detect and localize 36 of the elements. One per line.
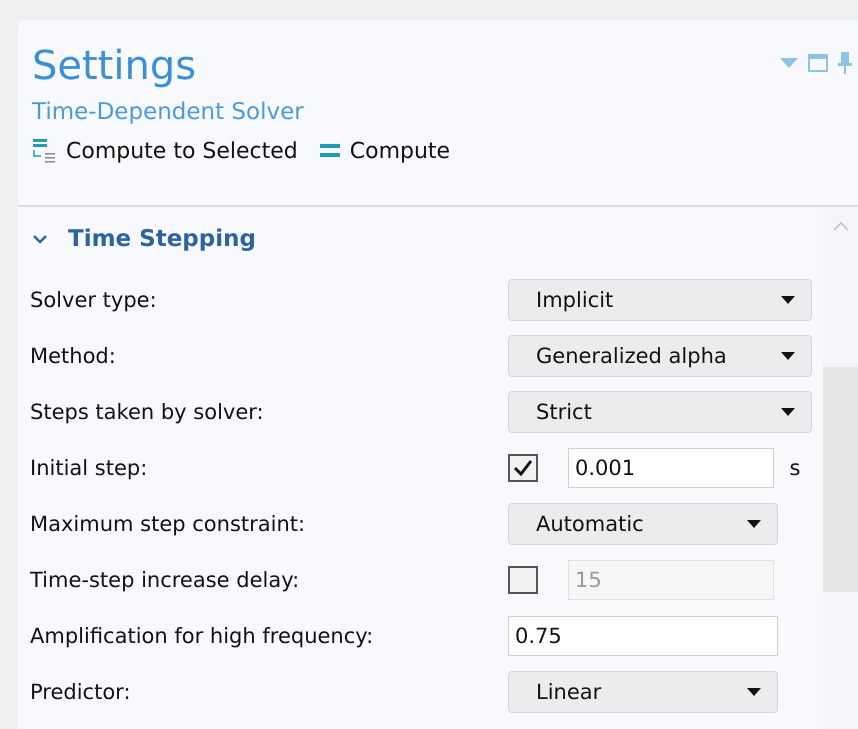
field-label: Predictor:	[30, 680, 132, 704]
scrollbar[interactable]	[823, 207, 858, 729]
field-label: Initial step:	[30, 456, 148, 480]
checkmark-icon	[513, 459, 533, 477]
dropdown[interactable]: Linear	[508, 671, 778, 713]
field-label: Maximum step constraint:	[30, 512, 306, 536]
chevron-icon[interactable]	[32, 234, 48, 244]
panel-subtitle: Time-Dependent Solver	[32, 98, 304, 127]
input-field[interactable]: 0.001	[568, 448, 774, 488]
caret-icon	[781, 296, 795, 304]
field-label: Steps taken by solver:	[30, 400, 265, 424]
toolbar-button[interactable]: Compute	[320, 138, 450, 164]
dropdown[interactable]: Automatic	[508, 503, 778, 545]
dropdown-icon[interactable]	[780, 58, 798, 68]
field-label: Method:	[30, 344, 117, 368]
unit-label: s	[788, 456, 802, 480]
section-title: Time Stepping	[68, 226, 256, 252]
field-label: Amplification for high frequency:	[30, 624, 374, 648]
caret-icon	[781, 408, 795, 416]
checkbox[interactable]	[508, 454, 538, 482]
dropdown[interactable]: Generalized alpha	[508, 335, 812, 377]
field-label: Solver type:	[30, 288, 158, 312]
compute-to-selected-icon	[32, 138, 56, 164]
caret-icon	[781, 352, 795, 360]
scroll-up-icon[interactable]	[832, 221, 848, 231]
panel-title: Settings	[32, 42, 196, 91]
caret-icon	[747, 520, 761, 528]
pin-icon[interactable]	[838, 52, 852, 74]
toolbar-button[interactable]: Compute to Selected	[32, 138, 298, 164]
caret-icon	[747, 688, 761, 696]
dropdown[interactable]: Strict	[508, 391, 812, 433]
input-field[interactable]: 0.75	[508, 616, 778, 656]
field-label: Time-step increase delay:	[30, 568, 300, 592]
maximize-icon[interactable]	[808, 54, 828, 72]
compute-icon	[320, 144, 340, 158]
dropdown[interactable]: Implicit	[508, 279, 812, 321]
